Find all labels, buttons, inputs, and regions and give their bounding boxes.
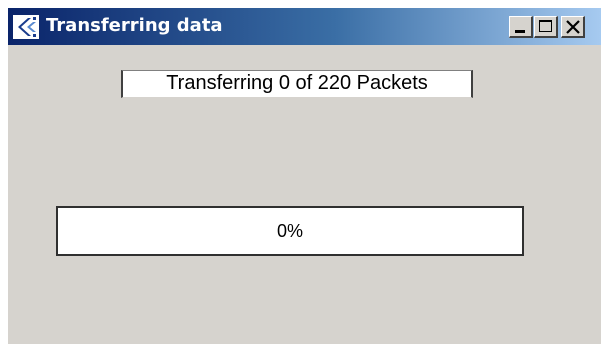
close-icon [566, 20, 580, 34]
window-title: Transferring data [46, 15, 223, 36]
minimize-icon [515, 30, 525, 33]
minimize-button[interactable] [509, 16, 533, 38]
title-bar[interactable]: Transferring data [8, 8, 601, 45]
transfer-window: Transferring data Transferring 0 of 220 … [8, 8, 601, 344]
maximize-icon [539, 20, 552, 32]
transfer-status-label: Transferring 0 of 220 Packets [121, 70, 473, 98]
maximize-button[interactable] [534, 16, 558, 38]
close-button[interactable] [561, 16, 585, 38]
progress-bar: 0% [56, 206, 524, 256]
progress-percent-label: 0% [276, 221, 303, 241]
app-arrow-icon [13, 15, 39, 39]
